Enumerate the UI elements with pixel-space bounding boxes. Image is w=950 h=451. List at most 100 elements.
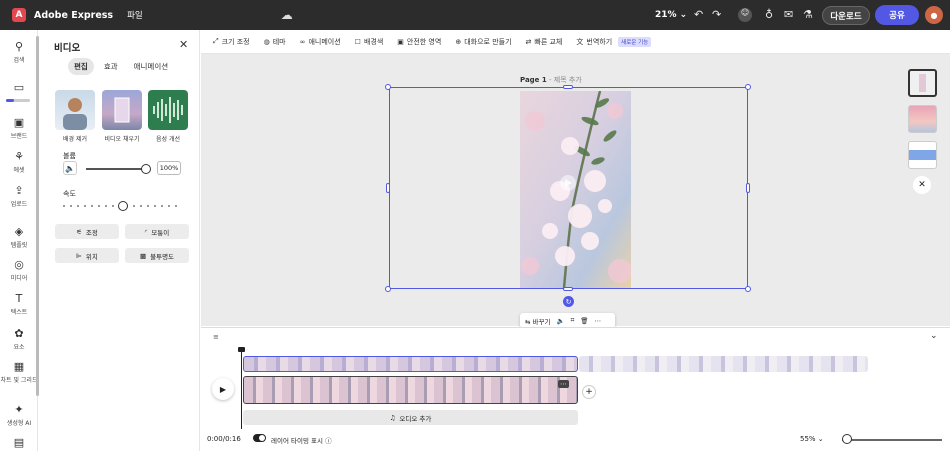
adjust-icon: ⚟	[76, 227, 82, 236]
user-icon[interactable]: ☺	[738, 8, 752, 22]
resize-handle-tr[interactable]	[745, 84, 751, 90]
volume-slider[interactable]	[86, 168, 146, 170]
resize-icon: ⤢	[213, 37, 219, 45]
rail-scrollbar[interactable]	[36, 36, 39, 396]
add-track-button[interactable]: +	[582, 385, 596, 399]
resize-handle-top[interactable]	[563, 85, 573, 89]
rail-media[interactable]: ◎ 미디어	[0, 258, 38, 282]
resize-handle-br[interactable]	[745, 286, 751, 292]
rail-grid[interactable]: ▦ 차트 및 그리드	[0, 360, 38, 384]
chat-button[interactable]: ⊕ 대화으로 만들기	[455, 37, 511, 47]
redo-icon[interactable]: ↷	[712, 8, 721, 21]
opacity-button[interactable]: ▩ 불투명도	[125, 248, 189, 263]
rail-label: 에셋	[13, 167, 25, 174]
enhance-voice-thumb[interactable]	[148, 90, 188, 130]
tab-effects[interactable]: 효과	[98, 58, 124, 75]
translate-icon: 文	[576, 37, 584, 46]
position-button[interactable]: ⊫ 위치	[55, 248, 119, 263]
cloud-icon[interactable]: ☁	[281, 8, 293, 22]
crop-icon[interactable]: ⌗	[571, 316, 575, 325]
thumb-label: 비디오 채우기	[104, 136, 140, 143]
adjust-button[interactable]: ⚟ 조정	[55, 224, 119, 239]
thumb-label: 음성 개선	[156, 136, 180, 143]
page-thumb-2[interactable]	[908, 105, 937, 133]
close-icon[interactable]: ✕	[179, 38, 188, 51]
person-icon	[63, 98, 87, 130]
resize-handle-bl[interactable]	[385, 286, 391, 292]
volume-knob[interactable]	[141, 164, 151, 174]
safe-area-button[interactable]: ▣ 안전한 영역	[397, 37, 441, 47]
page-thumb-3[interactable]	[908, 141, 937, 169]
lightbulb-icon[interactable]: ♁	[765, 8, 773, 21]
page-title[interactable]: Page 1 - 제목 추가	[520, 75, 582, 85]
video-track-primary[interactable]	[243, 356, 578, 372]
add-audio-button[interactable]: ♫ 오디오 추가	[243, 410, 578, 425]
comment-icon[interactable]: ✉	[784, 8, 793, 21]
rail-template[interactable]: ◈ 템플릿	[0, 225, 38, 249]
clip-track[interactable]	[243, 376, 578, 404]
timeline-zoom-dropdown[interactable]: 55% ⌄	[800, 435, 824, 443]
speaker-icon[interactable]: 🔈	[63, 161, 77, 175]
page-thumb-1[interactable]	[908, 69, 937, 97]
download-button[interactable]: 다운로드	[822, 6, 870, 25]
rail-label: 차트 및 그리드	[0, 377, 38, 384]
page-title-placeholder: - 제목 추가	[546, 76, 582, 84]
background-button[interactable]: ☐ 배경색	[355, 37, 384, 47]
rail-ai[interactable]: ✦ 생성형 AI	[0, 403, 38, 427]
close-icon[interactable]: ✕	[913, 176, 931, 194]
info-icon[interactable]: ⓘ	[325, 437, 332, 445]
swap-button[interactable]: ⇄ 빠른 교체	[526, 37, 563, 47]
timeline-zoom-knob[interactable]	[842, 434, 852, 444]
tool-label: 테마	[272, 37, 286, 46]
rail-elements[interactable]: ✿ 요소	[0, 327, 38, 351]
share-button[interactable]: 공유	[875, 5, 919, 25]
resize-handle-tl[interactable]	[385, 84, 391, 90]
tab-animation[interactable]: 애니메이션	[128, 58, 175, 75]
volume-value[interactable]: 100%	[157, 161, 181, 175]
timeline-zoom-slider[interactable]	[842, 439, 942, 441]
tab-edit[interactable]: 편집	[68, 58, 94, 75]
left-rail: ⚲ 검색 ▭ ▣ 브랜드 ⚘ 에셋 ⇪ 업로드 ◈ 템플릿 ◎ 미디어 T 텍스트 ✿ 요소 ▦…	[0, 30, 38, 451]
panel-tabs: 편집 효과 애니메이션	[68, 58, 174, 75]
video-fill-thumb[interactable]	[102, 90, 142, 130]
resize-handle-right[interactable]	[746, 183, 750, 193]
rail-folder[interactable]: ▭	[0, 81, 38, 96]
rail-search[interactable]: ⚲ 검색	[0, 40, 38, 64]
rail-label: 미디어	[10, 275, 28, 282]
file-menu[interactable]: 파일	[127, 9, 143, 21]
present-icon[interactable]: ⚗	[803, 8, 813, 21]
zoom-dropdown[interactable]: 21% ⌄	[655, 10, 687, 20]
replace-button[interactable]: ⇆ 바꾸기	[525, 316, 550, 326]
selection-box[interactable]	[389, 87, 748, 289]
layer-timing-toggle[interactable]	[253, 434, 266, 442]
rail-brand[interactable]: ▣ 브랜드	[0, 116, 38, 140]
rotate-icon[interactable]: ↻	[563, 296, 574, 307]
video-track-secondary[interactable]	[579, 356, 868, 372]
adobe-logo[interactable]: A	[12, 8, 26, 22]
mute-icon[interactable]: 🔈	[556, 317, 564, 325]
resize-handle-bottom[interactable]	[563, 287, 573, 291]
play-button[interactable]: ▶	[212, 378, 234, 400]
theme-button[interactable]: ◍ 테마	[264, 37, 286, 47]
translate-button[interactable]: 文 번역하기 새로운 기능	[576, 36, 652, 47]
undo-icon[interactable]: ↶	[694, 8, 703, 21]
resize-handle-left[interactable]	[386, 183, 390, 193]
remove-bg-thumb[interactable]	[55, 90, 95, 130]
rail-upload[interactable]: ⇪ 업로드	[0, 184, 38, 208]
avatar[interactable]: ●	[925, 6, 943, 24]
playhead[interactable]	[238, 347, 245, 429]
animation-button[interactable]: ∞ 애니메이션	[300, 37, 341, 47]
rail-more[interactable]: ▤	[0, 436, 38, 451]
timeline-grip-icon[interactable]: ≡	[213, 333, 219, 341]
trash-icon[interactable]: 🗑	[580, 317, 588, 325]
resize-button[interactable]: ⤢ 크기 조정	[213, 37, 250, 47]
search-icon: ⚲	[14, 40, 24, 53]
corner-button[interactable]: ◜ 모퉁이	[125, 224, 189, 239]
rail-assets[interactable]: ⚘ 에셋	[0, 150, 38, 174]
more-icon[interactable]: ⋯	[595, 317, 602, 325]
rail-text[interactable]: T 텍스트	[0, 292, 38, 316]
speed-knob[interactable]	[117, 201, 128, 211]
clip-more-icon[interactable]: ⋯	[558, 380, 569, 388]
rail-label: 텍스트	[10, 309, 28, 316]
chevron-down-icon[interactable]: ⌄	[930, 331, 938, 341]
